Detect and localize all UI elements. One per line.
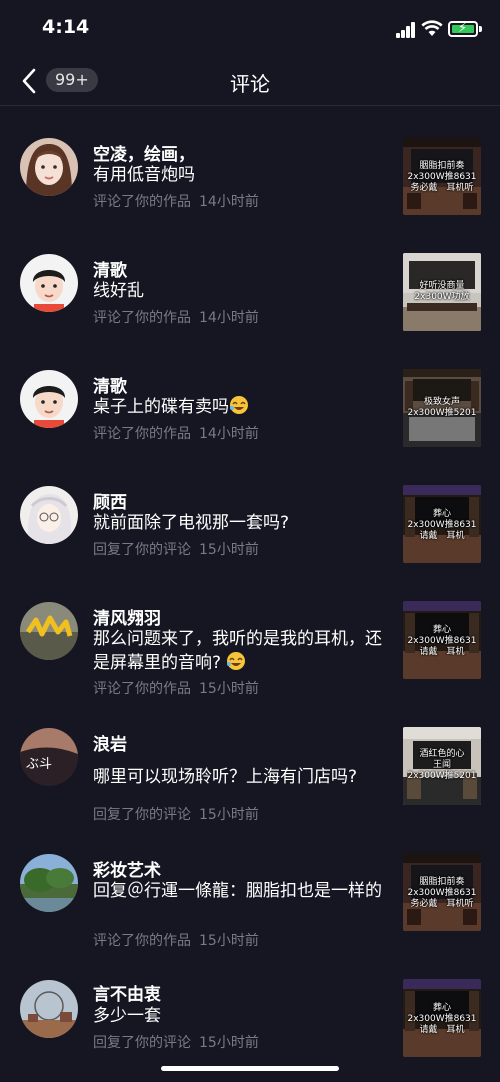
video-thumbnail[interactable]: 葬心 2x300W推8631 请戴 耳机: [403, 485, 481, 563]
action-text: 评论了你的作品: [93, 933, 191, 949]
video-thumbnail[interactable]: 葬心 2x300W推8631 请戴 耳机: [403, 979, 481, 1057]
action-text: 评论了你的作品: [93, 310, 191, 326]
avatar[interactable]: [20, 602, 78, 660]
cellular-signal-icon: [396, 22, 416, 38]
comment-meta: 回复了你的评论 15小时前: [93, 539, 259, 559]
action-text: 评论了你的作品: [93, 194, 191, 210]
list-item[interactable]: 清歌 线好乱 评论了你的作品 14小时前 好听没商量 2x300W功放: [0, 244, 500, 344]
commenter-name[interactable]: 浪岩: [93, 730, 127, 755]
commenter-name[interactable]: 言不由衷: [93, 980, 161, 1005]
laughing-emoji-icon: [227, 652, 246, 670]
comment-meta: 评论了你的作品 14小时前: [93, 423, 259, 443]
thumbnail-caption: 葬心 2x300W推8631 请戴 耳机: [407, 1003, 477, 1035]
thumbnail-caption: 胭脂扣前奏 2x300W推8631 务必戴 耳机听: [407, 161, 477, 193]
timestamp: 15小时前: [199, 1035, 259, 1051]
thumbnail-caption: 葬心 2x300W推8631 请戴 耳机: [407, 625, 477, 657]
battery-cap: [479, 26, 482, 32]
status-bar: 4:14 ⚡: [0, 0, 500, 58]
comment-text: 桌子上的碟有卖吗: [93, 397, 229, 417]
thumbnail-caption: 葬心 2x300W推8631 请戴 耳机: [407, 509, 477, 541]
nav-bar: 99+ 评论: [0, 58, 500, 106]
video-thumbnail[interactable]: 好听没商量 2x300W功放: [403, 253, 481, 331]
action-text: 回复了你的评论: [93, 807, 191, 823]
commenter-name[interactable]: 清风翙羽: [93, 604, 161, 629]
action-text: 回复了你的评论: [93, 1035, 191, 1051]
status-time: 4:14: [42, 16, 90, 38]
comment-row: 桌子上的碟有卖吗: [93, 395, 389, 419]
avatar[interactable]: [20, 980, 78, 1038]
action-text: 评论了你的作品: [93, 681, 191, 697]
list-item[interactable]: 清歌 桌子上的碟有卖吗 评论了你的作品 14小时前 极致女声 2x300W推520…: [0, 360, 500, 460]
comment-meta: 回复了你的评论 15小时前: [93, 804, 259, 824]
home-indicator[interactable]: [161, 1066, 339, 1071]
comment-meta: 评论了你的作品 14小时前: [93, 191, 259, 211]
thumbnail-caption: 极致女声 2x300W推5201: [407, 397, 477, 418]
video-thumbnail[interactable]: 酒红色的心 王闻 2x300W推5201: [403, 727, 481, 805]
timestamp: 14小时前: [199, 426, 259, 442]
thumbnail-caption: 好听没商量 2x300W功放: [414, 281, 470, 302]
video-thumbnail[interactable]: 胭脂扣前奏 2x300W推8631 务必戴 耳机听: [403, 137, 481, 215]
list-item[interactable]: 顾西 就前面除了电视那一套吗? 回复了你的评论 15小时前 葬心 2x300W推8…: [0, 476, 500, 576]
avatar[interactable]: ぶ斗: [20, 728, 78, 786]
comment-meta: 评论了你的作品 14小时前: [93, 307, 259, 327]
page-title: 评论: [230, 72, 270, 96]
comment-text: 有用低音炮吗: [93, 165, 195, 185]
timestamp: 15小时前: [199, 542, 259, 558]
svg-text:ぶ斗: ぶ斗: [26, 757, 52, 772]
list-item[interactable]: 言不由衷 多少一套 回复了你的评论 15小时前 葬心 2x300W推8631 请戴…: [0, 970, 500, 1070]
commenter-name[interactable]: 清歌: [93, 256, 127, 281]
timestamp: 14小时前: [199, 310, 259, 326]
commenter-name[interactable]: 空凌，绘画，: [93, 140, 195, 165]
commenter-name[interactable]: 顾西: [93, 488, 127, 513]
thumbnail-caption: 胭脂扣前奏 2x300W推8631 务必戴 耳机听: [407, 877, 477, 909]
comment-row: 那么问题来了，我听的是我的耳机，还是屏幕里的音响?: [93, 627, 389, 675]
commenter-name[interactable]: 清歌: [93, 372, 127, 397]
comment-text: 哪里可以现场聆听？上海有门店吗?: [93, 767, 358, 787]
comment-text: 线好乱: [93, 281, 144, 301]
list-item[interactable]: ぶ斗 浪岩 哪里可以现场聆听？上海有门店吗? 回复了你的评论 15小时前 酒红色的…: [0, 718, 500, 828]
avatar[interactable]: [20, 854, 78, 912]
comment-text: 就前面除了电视那一套吗?: [93, 513, 290, 533]
avatar[interactable]: [20, 254, 78, 312]
action-text: 回复了你的评论: [93, 542, 191, 558]
comment-text: 多少一套: [93, 1006, 161, 1026]
video-thumbnail[interactable]: 极致女声 2x300W推5201: [403, 369, 481, 447]
commenter-name[interactable]: 彩妆艺术: [93, 856, 161, 881]
list-item[interactable]: 空凌，绘画， 有用低音炮吗 评论了你的作品 14小时前 胭脂扣前奏 2x300W推…: [0, 128, 500, 228]
comment-meta: 回复了你的评论 15小时前: [93, 1032, 259, 1052]
comment-text: 回复＠行運一條龍：胭脂扣也是一样的: [93, 881, 382, 901]
battery-charging-icon: ⚡: [448, 21, 478, 37]
comment-meta: 评论了你的作品 15小时前: [93, 678, 259, 698]
avatar[interactable]: [20, 138, 78, 196]
timestamp: 15小时前: [199, 681, 259, 697]
action-text: 评论了你的作品: [93, 426, 191, 442]
avatar[interactable]: [20, 486, 78, 544]
comment-meta: 评论了你的作品 15小时前: [93, 930, 259, 950]
thumbnail-caption: 酒红色的心 王闻 2x300W推5201: [407, 749, 477, 781]
timestamp: 14小时前: [199, 194, 259, 210]
laughing-emoji-icon: [230, 396, 248, 414]
video-thumbnail[interactable]: 葬心 2x300W推8631 请戴 耳机: [403, 601, 481, 679]
timestamp: 15小时前: [199, 933, 259, 949]
list-item[interactable]: 彩妆艺术 回复＠行運一條龍：胭脂扣也是一样的 评论了你的作品 15小时前 胭脂扣前…: [0, 844, 500, 954]
wifi-icon: [421, 19, 443, 37]
video-thumbnail[interactable]: 胭脂扣前奏 2x300W推8631 务必戴 耳机听: [403, 853, 481, 931]
timestamp: 15小时前: [199, 807, 259, 823]
avatar[interactable]: [20, 370, 78, 428]
list-item[interactable]: 清风翙羽 那么问题来了，我听的是我的耳机，还是屏幕里的音响? 评论了你的作品 15…: [0, 592, 500, 702]
